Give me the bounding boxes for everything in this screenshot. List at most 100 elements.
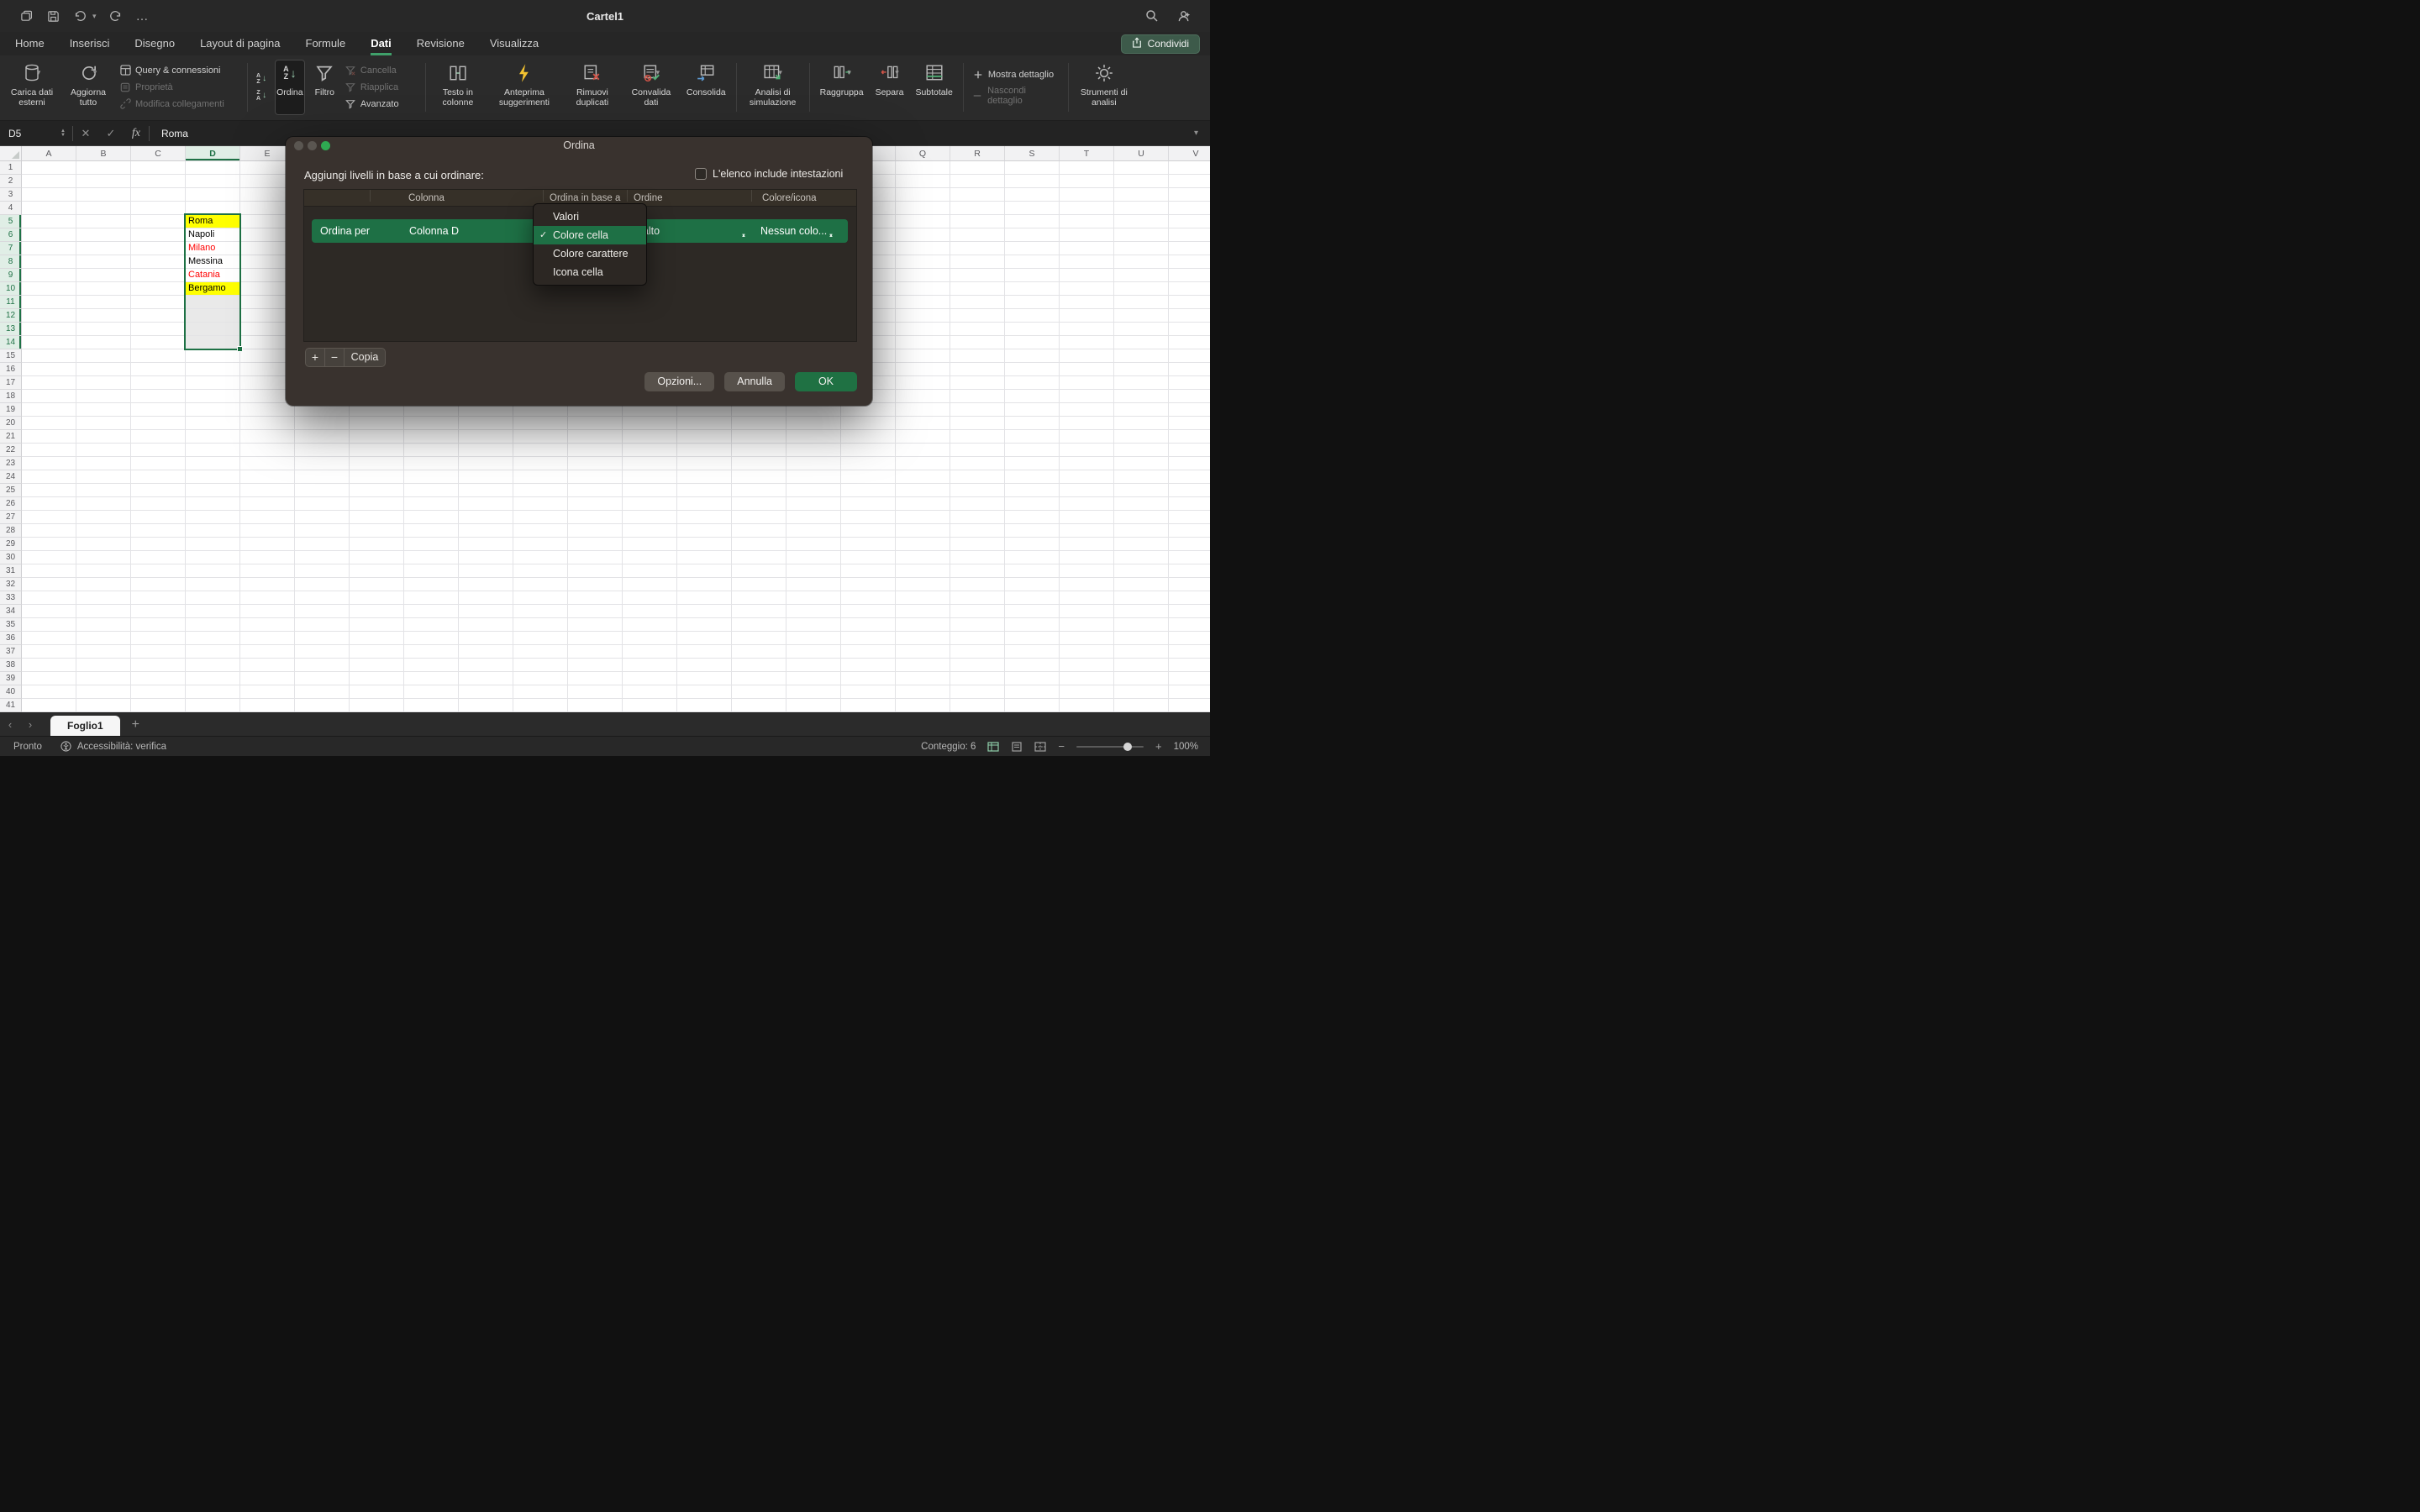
row-header-37[interactable]: 37	[0, 645, 22, 659]
cancel-entry-icon[interactable]: ✕	[73, 127, 98, 140]
share-button[interactable]: Condividi	[1121, 34, 1200, 54]
formula-input[interactable]: Roma	[161, 128, 188, 139]
ok-button[interactable]: OK	[795, 372, 857, 391]
page-break-view-icon[interactable]	[1034, 742, 1046, 752]
column-header-Q[interactable]: Q	[896, 146, 950, 161]
column-header-U[interactable]: U	[1114, 146, 1169, 161]
next-sheet-icon[interactable]: ›	[20, 718, 40, 731]
row-header-13[interactable]: 13	[0, 323, 22, 336]
row-header-15[interactable]: 15	[0, 349, 22, 363]
name-box-stepper[interactable]: ▲▼	[60, 129, 66, 138]
row-header-25[interactable]: 25	[0, 484, 22, 497]
row-header-29[interactable]: 29	[0, 538, 22, 551]
insert-function-icon[interactable]: fx	[124, 127, 149, 140]
queries-connections-button[interactable]: Query & connessioni	[119, 65, 239, 76]
dialog-zoom-button[interactable]	[321, 141, 330, 150]
tab-inserisci[interactable]: Inserisci	[70, 32, 110, 55]
row-header-3[interactable]: 3	[0, 188, 22, 202]
row-header-36[interactable]: 36	[0, 632, 22, 645]
row-header-21[interactable]: 21	[0, 430, 22, 444]
row-header-34[interactable]: 34	[0, 605, 22, 618]
normal-view-icon[interactable]	[987, 742, 999, 752]
dialog-close-button[interactable]	[294, 141, 303, 150]
cell-D5[interactable]: Roma	[186, 215, 239, 228]
row-header-22[interactable]: 22	[0, 444, 22, 457]
name-box[interactable]: D5	[0, 128, 60, 139]
get-external-data-button[interactable]: ▾ Carica dati esterni	[7, 60, 57, 115]
account-icon[interactable]	[1176, 8, 1192, 24]
row-header-9[interactable]: 9	[0, 269, 22, 282]
zoom-out-icon[interactable]: −	[1058, 740, 1065, 753]
prev-sheet-icon[interactable]: ‹	[0, 718, 20, 731]
more-actions-icon[interactable]: …	[135, 8, 150, 24]
checkbox-box[interactable]	[695, 168, 707, 180]
row-header-39[interactable]: 39	[0, 672, 22, 685]
sort-button[interactable]: AZ↓ Ordina	[275, 60, 305, 115]
text-to-columns-button[interactable]: Testo in colonne	[434, 60, 481, 115]
copy-level-button[interactable]: Copia	[345, 349, 385, 366]
tab-formule[interactable]: Formule	[306, 32, 346, 55]
level-column-select[interactable]: Colonna D	[409, 219, 459, 243]
row-header-32[interactable]: 32	[0, 578, 22, 591]
row-header-12[interactable]: 12	[0, 309, 22, 323]
column-header-R[interactable]: R	[950, 146, 1005, 161]
subtotal-button[interactable]: Subtotale	[913, 60, 954, 115]
undo-menu-chevron-icon[interactable]: ▾	[92, 12, 97, 21]
sheet-tab-foglio1[interactable]: Foglio1	[50, 716, 120, 736]
row-header-19[interactable]: 19	[0, 403, 22, 417]
cell-D13[interactable]	[186, 323, 239, 335]
tab-visualizza[interactable]: Visualizza	[490, 32, 539, 55]
group-button[interactable]: ▾ Raggruppa	[818, 60, 865, 115]
menu-item-valori[interactable]: Valori	[534, 207, 646, 226]
row-header-14[interactable]: 14	[0, 336, 22, 349]
cancel-button[interactable]: Annulla	[724, 372, 785, 391]
cell-D11[interactable]	[186, 296, 239, 308]
row-header-20[interactable]: 20	[0, 417, 22, 430]
menu-item-colore-cella[interactable]: ✓Colore cella	[534, 226, 646, 244]
remove-duplicates-button[interactable]: Rimuovi duplicati	[567, 60, 618, 115]
sort-za-button[interactable]: ZA↓	[256, 90, 266, 102]
select-all-corner[interactable]	[0, 146, 22, 161]
row-header-24[interactable]: 24	[0, 470, 22, 484]
column-header-D[interactable]: D	[186, 146, 240, 161]
consolidate-button[interactable]: Consolida	[685, 60, 728, 115]
tab-revisione[interactable]: Revisione	[417, 32, 465, 55]
window-icon[interactable]	[18, 8, 34, 24]
options-button[interactable]: Opzioni...	[644, 372, 714, 391]
undo-icon[interactable]	[72, 8, 87, 24]
row-header-33[interactable]: 33	[0, 591, 22, 605]
ungroup-button[interactable]: ▾ Separa	[874, 60, 906, 115]
formula-bar-expand-icon[interactable]: ▾	[1194, 129, 1198, 138]
row-header-30[interactable]: 30	[0, 551, 22, 564]
cell-D7[interactable]: Milano	[186, 242, 239, 255]
row-header-41[interactable]: 41	[0, 699, 22, 712]
filter-button[interactable]: Filtro	[313, 60, 336, 115]
row-header-2[interactable]: 2	[0, 175, 22, 188]
zoom-in-icon[interactable]: +	[1155, 740, 1162, 753]
accessibility-status[interactable]: Accessibilità: verifica	[60, 742, 166, 752]
cell-D10[interactable]: Bergamo	[186, 282, 239, 295]
tab-home[interactable]: Home	[15, 32, 45, 55]
row-header-31[interactable]: 31	[0, 564, 22, 578]
what-if-analysis-button[interactable]: ▾ Analisi di simulazione	[745, 60, 801, 115]
row-header-35[interactable]: 35	[0, 618, 22, 632]
remove-level-button[interactable]: −	[325, 349, 345, 366]
row-header-23[interactable]: 23	[0, 457, 22, 470]
row-header-11[interactable]: 11	[0, 296, 22, 309]
row-header-28[interactable]: 28	[0, 524, 22, 538]
level-color-select[interactable]: Nessun colo...	[760, 219, 827, 243]
list-has-headers-checkbox[interactable]: L'elenco include intestazioni	[695, 168, 843, 180]
sort-az-button[interactable]: AZ↓	[256, 73, 266, 85]
add-level-button[interactable]: +	[306, 349, 325, 366]
row-header-4[interactable]: 4	[0, 202, 22, 215]
column-header-T[interactable]: T	[1060, 146, 1114, 161]
column-header-C[interactable]: C	[131, 146, 186, 161]
row-header-16[interactable]: 16	[0, 363, 22, 376]
row-header-10[interactable]: 10	[0, 282, 22, 296]
dialog-minimize-button[interactable]	[308, 141, 317, 150]
zoom-slider[interactable]	[1076, 746, 1144, 748]
row-header-17[interactable]: 17	[0, 376, 22, 390]
row-header-38[interactable]: 38	[0, 659, 22, 672]
row-header-18[interactable]: 18	[0, 390, 22, 403]
redo-icon[interactable]	[108, 8, 124, 24]
